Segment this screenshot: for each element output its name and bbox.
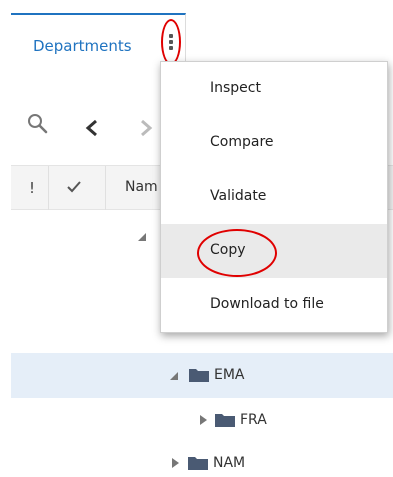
chevron-left-icon[interactable] (84, 118, 100, 138)
tab-label: Departments (33, 37, 132, 55)
menu-item-label: Validate (210, 188, 267, 204)
kebab-menu-icon[interactable] (161, 19, 181, 65)
name-column-header[interactable]: Nam (125, 179, 158, 195)
column-divider (105, 166, 106, 210)
column-divider (48, 166, 49, 210)
chevron-right-icon[interactable] (138, 118, 154, 138)
screen: Departments ! Nam EMA FRA NAM Inspect Co… (0, 0, 393, 477)
menu-item-compare[interactable]: Compare (161, 116, 387, 170)
folder-icon (189, 369, 209, 382)
tree-row[interactable]: EMA (11, 353, 393, 398)
tree-row-label: NAM (213, 455, 246, 471)
search-icon[interactable] (26, 112, 50, 136)
menu-item-label: Inspect (210, 80, 261, 96)
tree-row[interactable]: NAM (11, 443, 393, 477)
expanded-caret-icon[interactable] (136, 231, 148, 243)
menu-item-download-to-file[interactable]: Download to file (161, 278, 387, 332)
menu-item-validate[interactable]: Validate (161, 170, 387, 224)
collapsed-caret-icon[interactable] (169, 457, 181, 469)
folder-icon (215, 414, 235, 427)
menu-item-label: Compare (210, 134, 274, 150)
menu-item-label: Download to file (210, 296, 324, 312)
expanded-caret-icon[interactable] (168, 370, 180, 382)
checkmark-icon[interactable] (66, 179, 82, 195)
collapsed-caret-icon[interactable] (197, 414, 209, 426)
tree-row-label: EMA (214, 367, 245, 383)
annotation-circle (197, 229, 277, 277)
context-menu: Inspect Compare Validate Copy Download t… (160, 61, 388, 333)
status-column-header[interactable]: ! (29, 179, 35, 197)
tree-row[interactable]: FRA (11, 398, 393, 443)
menu-item-inspect[interactable]: Inspect (161, 62, 387, 116)
tree-row-label: FRA (240, 412, 267, 428)
folder-icon (188, 457, 208, 470)
